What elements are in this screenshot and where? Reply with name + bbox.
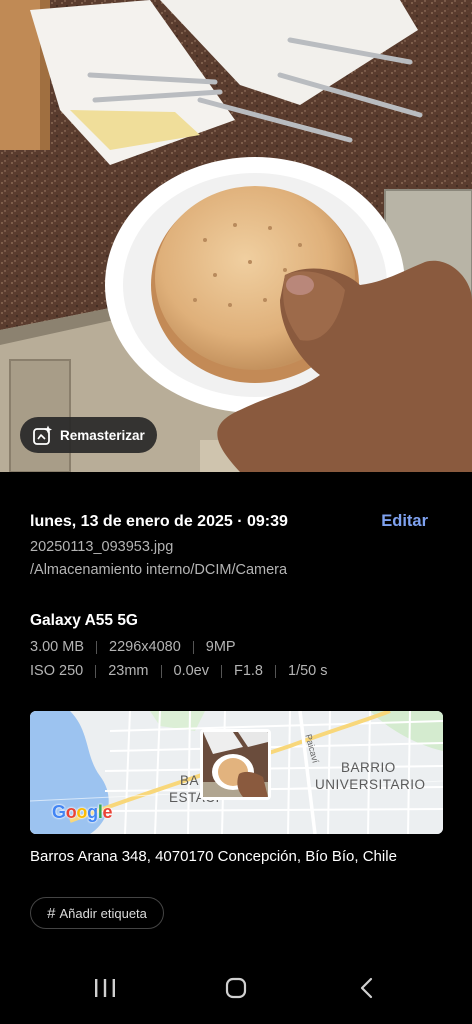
home-button[interactable]: [206, 966, 266, 1010]
details-panel: lunes, 13 de enero de 2025 · 09:39 Edita…: [0, 472, 472, 952]
system-navigation-bar: [0, 952, 472, 1024]
location-address[interactable]: Barros Arana 348, 4070170 Concepción, Bí…: [30, 848, 397, 865]
photo-viewer[interactable]: Remasterizar: [0, 0, 472, 472]
iso-value: ISO 250: [30, 663, 84, 679]
shutter-speed: 1/50 s: [288, 663, 328, 679]
date-time: lunes, 13 de enero de 2025 · 09:39: [30, 513, 288, 530]
add-tag-button[interactable]: # Añadir etiqueta: [30, 897, 164, 929]
photo-image: [0, 0, 472, 472]
divider: [220, 664, 222, 678]
divider: [95, 664, 97, 678]
home-icon: [225, 977, 247, 999]
file-size: 3.00 MB: [30, 639, 84, 655]
edit-button[interactable]: Editar: [381, 512, 428, 531]
resolution: 2296x4080: [109, 639, 181, 655]
focal-length: 23mm: [108, 663, 149, 679]
google-logo: Google: [52, 802, 113, 822]
hash-icon: #: [47, 904, 56, 922]
back-button[interactable]: [337, 966, 397, 1010]
back-icon: [360, 977, 372, 999]
map-photo-thumbnail[interactable]: [200, 729, 271, 800]
add-tag-label: Añadir etiqueta: [59, 905, 147, 921]
recent-apps-button[interactable]: [75, 966, 135, 1010]
device-name: Galaxy A55 5G: [30, 612, 138, 629]
aperture: F1.8: [233, 663, 263, 679]
camera-specs: ISO 250 23mm 0.0ev F1.8 1/50 s: [30, 663, 328, 679]
file-specs: 3.00 MB 2296x4080 9MP: [30, 639, 236, 655]
divider: [96, 640, 97, 654]
file-path: /Almacenamiento interno/DCIM/Camera: [30, 562, 288, 578]
location-map[interactable]: Paicaví BARRIO UNIVERSITARIO BA ESTACI G…: [30, 711, 443, 834]
file-name: 20250113_093953.jpg: [30, 539, 174, 555]
map-label-barrio: BARRIO: [341, 760, 396, 775]
remaster-label: Remasterizar: [60, 427, 145, 443]
map-label-ba: BA: [180, 773, 200, 788]
exposure-value: 0.0ev: [173, 663, 209, 679]
remaster-button[interactable]: Remasterizar: [20, 417, 157, 453]
divider: [160, 664, 162, 678]
date-row: lunes, 13 de enero de 2025 · 09:39 Edita…: [30, 512, 428, 531]
megapixels: 9MP: [205, 639, 236, 655]
recent-apps-icon: [95, 979, 116, 997]
map-label-universitario: UNIVERSITARIO: [315, 777, 426, 792]
divider: [275, 664, 276, 678]
sparkle-image-icon: [32, 425, 53, 446]
divider: [192, 640, 194, 654]
